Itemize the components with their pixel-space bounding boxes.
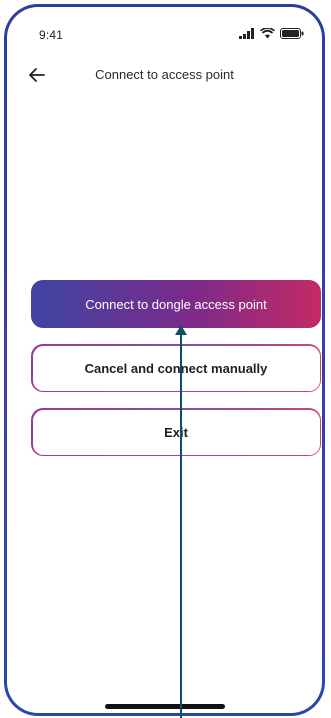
- annotation-arrow-icon: [175, 325, 187, 335]
- signal-icon: [239, 28, 254, 39]
- exit-button-label: Exit: [164, 424, 188, 440]
- battery-icon: [280, 28, 304, 39]
- page-title: Connect to access point: [95, 67, 234, 82]
- cancel-button-surface: Cancel and connect manually: [32, 345, 320, 391]
- connect-dongle-label: Connect to dongle access point: [85, 296, 267, 312]
- status-time: 9:41: [39, 28, 64, 42]
- nav-header: Connect to access point: [7, 59, 322, 93]
- connect-dongle-button[interactable]: Connect to dongle access point: [31, 280, 321, 328]
- exit-button-surface: Exit: [32, 409, 320, 455]
- cancel-button-label: Cancel and connect manually: [84, 360, 268, 376]
- cancel-connect-manually-button[interactable]: Cancel and connect manually: [31, 344, 321, 392]
- app-screen: 9:41 Connect to access point Connect to …: [7, 7, 322, 713]
- home-indicator: [104, 704, 225, 709]
- device-frame: 9:41 Connect to access point Connect to …: [4, 4, 325, 716]
- status-icons: [239, 28, 304, 39]
- wifi-icon: [260, 28, 275, 39]
- annotation-arrow-shaft: [180, 333, 182, 718]
- status-bar: 9:41: [7, 7, 322, 51]
- exit-button[interactable]: Exit: [31, 408, 321, 456]
